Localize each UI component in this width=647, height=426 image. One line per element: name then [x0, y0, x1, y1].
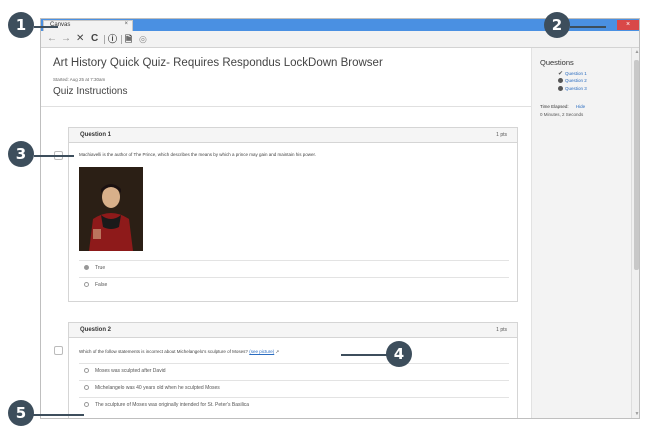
question-title: Question 1 [80, 132, 112, 138]
radio-button[interactable] [84, 265, 89, 270]
sidebar-item-label: Question 1 [565, 71, 587, 76]
question-title: Question 2 [80, 327, 112, 333]
answer-label: True [95, 265, 106, 271]
answer-option[interactable]: The sculpture of Moses was originally in… [79, 397, 509, 411]
callout-4-line [341, 354, 387, 356]
page-content: Art History Quick Quiz- Requires Respond… [41, 48, 639, 418]
radio-button[interactable] [84, 282, 89, 287]
radio-button[interactable] [84, 402, 89, 407]
sidebar-item-question-1[interactable]: ✔ Question 1 [558, 70, 587, 77]
tab-close-icon[interactable]: × [124, 21, 128, 27]
external-link-icon: ↗ [275, 349, 280, 354]
answer-label: Michelangelo was 40 years old when he sc… [95, 385, 220, 391]
toolbar-divider [121, 35, 122, 44]
callout-2-line [570, 26, 606, 28]
window-close-button[interactable]: × [617, 20, 639, 30]
forward-arrow-icon[interactable]: → [61, 33, 71, 45]
question-1-card: Question 1 1 pts Machiavelli is the auth… [68, 127, 518, 302]
callout-5-line [32, 414, 84, 416]
question-points: 1 pts [496, 132, 507, 138]
quiz-main: Art History Quick Quiz- Requires Respond… [41, 48, 531, 418]
answer-option[interactable]: False [79, 277, 509, 291]
answer-option[interactable]: Moses was sculpted after David [79, 363, 509, 377]
callout-1-line [34, 26, 58, 28]
stop-icon[interactable]: ✕ [76, 33, 84, 45]
scrollbar-thumb[interactable] [634, 60, 639, 270]
flag-question-2-icon[interactable] [54, 346, 63, 355]
callout-4-badge: 4 [386, 341, 412, 367]
question-1-text: Machiavelli is the author of The Prince,… [79, 152, 317, 157]
answer-label: False [95, 282, 108, 288]
machiavelli-portrait-image [79, 167, 143, 251]
quiz-instructions-heading: Quiz Instructions [53, 86, 128, 97]
answer-label: Moses was sculpted after David [95, 368, 166, 374]
info-icon[interactable]: ⓘ [108, 33, 117, 45]
scroll-down-icon[interactable]: ▼ [633, 411, 639, 418]
back-arrow-icon[interactable]: ← [47, 33, 57, 45]
question-points: 1 pts [496, 327, 507, 333]
screenshot-frame: Canvas × × ← → ✕ C ⓘ 🗎 ◎ Art History Qui… [0, 0, 647, 426]
answer-option[interactable]: True [79, 260, 509, 274]
callout-5-badge: 5 [8, 400, 34, 426]
settings-icon[interactable]: ◎ [139, 33, 147, 45]
document-icon[interactable]: 🗎 [125, 33, 132, 45]
radio-button[interactable] [84, 385, 89, 390]
sidebar-item-label: Question 3 [565, 86, 587, 91]
question-2-prompt: Which of the follow statements is incorr… [79, 349, 248, 354]
sidebar-item-question-2[interactable]: Question 2 [558, 78, 587, 84]
callout-2-badge: 2 [544, 12, 570, 38]
radio-button[interactable] [84, 368, 89, 373]
vertical-scrollbar[interactable]: ▲ ▼ [631, 48, 639, 418]
time-elapsed-row: Time Elapsed: Hide [540, 104, 585, 109]
page-title: Art History Quick Quiz- Requires Respond… [53, 57, 383, 69]
question-2-text: Which of the follow statements is incorr… [79, 349, 279, 355]
checkmark-icon: ✔ [558, 71, 564, 77]
question-1-header: Question 1 1 pts [69, 128, 517, 143]
answer-option[interactable]: Michelangelo was 40 years old when he sc… [79, 380, 509, 394]
scroll-up-icon[interactable]: ▲ [633, 49, 639, 57]
callout-3-badge: 3 [8, 141, 34, 167]
callout-3-line [34, 155, 74, 157]
sidebar-item-question-3[interactable]: Question 3 [558, 86, 587, 92]
see-picture-link[interactable]: (see picture) [249, 349, 274, 354]
started-timestamp: Started: Aug 25 at 7:30am [53, 77, 106, 82]
question-2-header: Question 2 1 pts [69, 323, 517, 338]
unanswered-icon [558, 86, 563, 92]
unanswered-icon [558, 78, 563, 84]
answer-label: The sculpture of Moses was originally in… [95, 402, 250, 408]
question-2-card: Question 2 1 pts Which of the follow sta… [68, 322, 518, 418]
questions-sidebar: Questions ✔ Question 1 Question 2 Questio… [531, 48, 631, 418]
toolbar-divider [104, 35, 105, 44]
sidebar-title: Questions [540, 58, 574, 67]
callout-1-badge: 1 [8, 12, 34, 38]
hide-timer-link[interactable]: Hide [576, 104, 585, 109]
time-elapsed-label: Time Elapsed: [540, 104, 569, 109]
reload-icon[interactable]: C [91, 33, 98, 45]
header-divider [41, 106, 531, 107]
time-elapsed-value: 0 Minutes, 2 Seconds [540, 112, 584, 117]
browser-window: Canvas × × ← → ✕ C ⓘ 🗎 ◎ Art History Qui… [40, 18, 640, 419]
sidebar-item-label: Question 2 [565, 78, 587, 83]
